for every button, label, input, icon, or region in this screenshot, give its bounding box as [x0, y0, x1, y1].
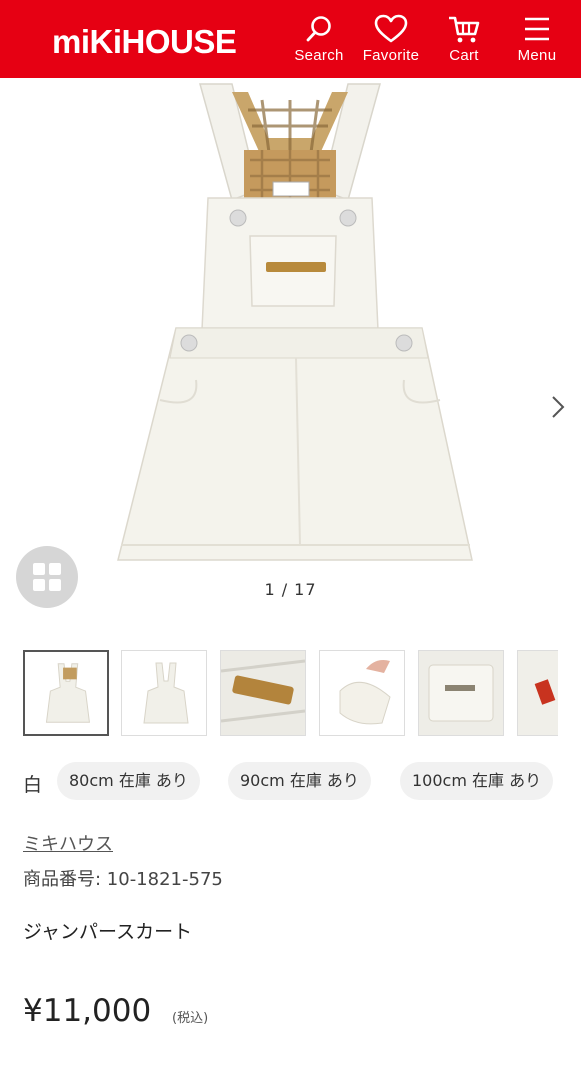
favorite-label: Favorite [362, 47, 420, 64]
thumbnail-6[interactable] [517, 650, 558, 736]
thumbnail-4[interactable] [319, 650, 405, 736]
product-price: ¥11,000 [23, 993, 152, 1029]
favorite-button[interactable]: Favorite [358, 14, 424, 72]
thumbnail-1[interactable] [23, 650, 109, 736]
cart-button[interactable]: Cart [431, 14, 497, 72]
cart-icon [449, 16, 480, 43]
miki-house-logo[interactable]: miKiHOUSE [52, 22, 237, 62]
search-button[interactable]: Search [286, 14, 352, 72]
search-icon [306, 16, 331, 42]
heart-icon [374, 14, 408, 43]
color-label: 白 [23, 774, 43, 796]
thumbnail-5[interactable] [418, 650, 504, 736]
hamburger-menu-icon [525, 17, 549, 41]
product-image-carousel[interactable] [0, 78, 581, 618]
image-counter: 1 / 17 [264, 580, 317, 599]
thumbnail-3[interactable] [220, 650, 306, 736]
cart-label: Cart [449, 47, 479, 64]
thumbnail-strip[interactable] [23, 650, 558, 738]
search-label: Search [294, 47, 344, 64]
product-name: ジャンパースカート [23, 921, 193, 943]
product-main-image [117, 83, 473, 561]
next-image-arrow-icon[interactable] [544, 393, 572, 421]
menu-button[interactable]: Menu [504, 14, 570, 72]
brand-link[interactable]: ミキハウス [23, 830, 113, 856]
tax-included-label: (税込) [172, 1011, 209, 1026]
size-chip-80[interactable]: 80cm 在庫 あり [57, 762, 200, 800]
menu-label: Menu [517, 47, 557, 64]
size-chip-100[interactable]: 100cm 在庫 あり [400, 762, 554, 800]
size-chip-90[interactable]: 90cm 在庫 あり [228, 762, 371, 800]
product-code: 商品番号: 10-1821-575 [23, 869, 223, 890]
thumbnail-2[interactable] [121, 650, 207, 736]
site-header: miKiHOUSE Search Favorite Cart Menu [0, 0, 581, 78]
size-selector: 白 80cm 在庫 あり 90cm 在庫 あり 100cm 在庫 あり [23, 762, 581, 802]
